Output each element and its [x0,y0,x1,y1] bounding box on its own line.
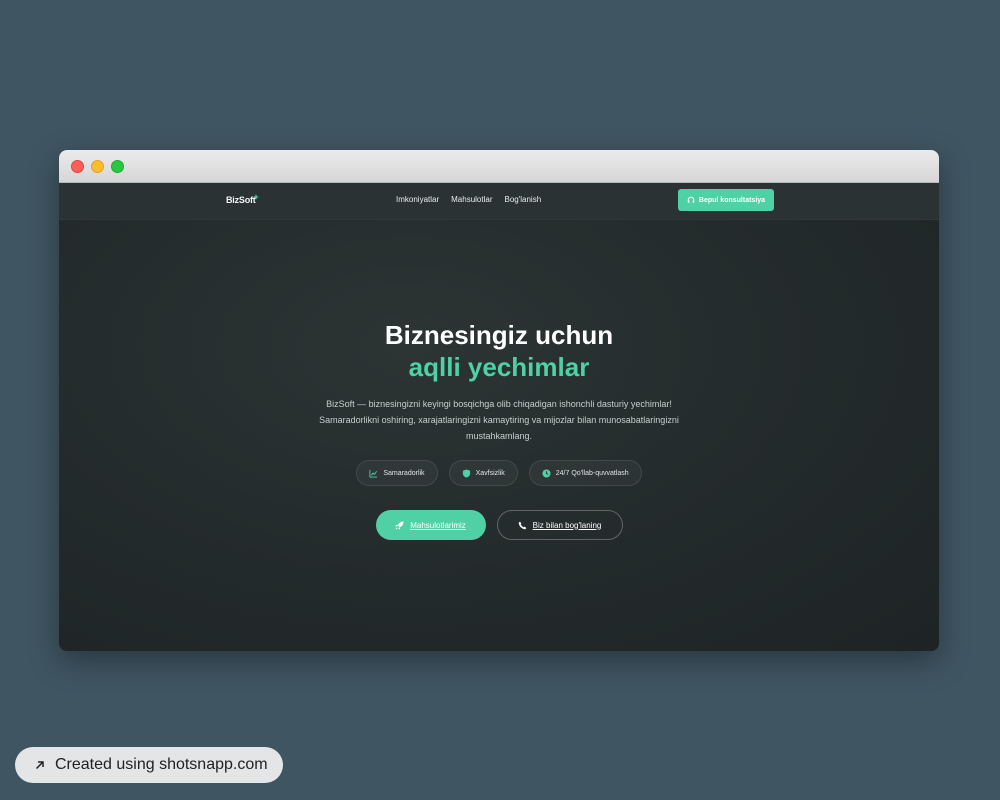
nav-link-boglanish[interactable]: Bog'lanish [504,195,541,204]
nav-link-imkoniyatlar[interactable]: Imkoniyatlar [396,195,439,204]
phone-icon [518,521,526,529]
window-titlebar [59,150,939,183]
hero-title-accent: aqlli yechimlar [408,352,590,382]
badge-xavfsizlik: Xavfsizlik [448,460,518,486]
shotsnapp-credit[interactable]: Created using shotsnapp.com [15,747,283,783]
chart-line-icon [369,469,378,478]
shield-icon [462,468,470,478]
hero-title: Biznesingiz uchun [384,320,614,350]
badge-label: Xavfsizlik [475,469,505,477]
badge-support: 24/7 Qo'llab-quvvatlash [528,460,642,486]
maximize-window-button[interactable] [111,160,124,173]
headset-icon [687,196,695,203]
badge-label: Samaradorlik [383,469,425,477]
web-page: BizSoft Imkoniyatlar Mahsulotlar Bog'lan… [59,183,939,651]
free-consultation-label: Bepul konsultatsiya [698,196,766,204]
free-consultation-button[interactable]: Bepul konsultatsiya [678,189,774,211]
badge-label: 24/7 Qo'llab-quvvatlash [555,469,629,477]
rocket-icon [395,520,404,530]
nav-links: Imkoniyatlar Mahsulotlar Bog'lanish [396,195,541,204]
contact-button[interactable]: Biz bilan bog'laning [496,510,623,540]
navbar: BizSoft Imkoniyatlar Mahsulotlar Bog'lan… [59,183,939,220]
contact-button-label: Biz bilan bog'laning [532,520,602,530]
nav-link-mahsulotlar[interactable]: Mahsulotlar [451,195,492,204]
products-button-label: Mahsulotlarimiz [410,520,466,530]
minimize-window-button[interactable] [91,160,104,173]
logo[interactable]: BizSoft [226,195,256,205]
products-button[interactable]: Mahsulotlarimiz [375,510,486,540]
badge-samaradorlik: Samaradorlik [356,460,438,486]
browser-window: BizSoft Imkoniyatlar Mahsulotlar Bog'lan… [59,150,939,651]
close-window-button[interactable] [71,160,84,173]
feature-badges: Samaradorlik Xavfsizlik 24/7 Qo'llab-quv… [59,460,939,486]
hero-actions: Mahsulotlarimiz Biz bilan bog'laning [59,510,939,540]
arrow-up-right-icon [35,761,44,770]
hero-description: BizSoft — biznesingizni keyingi bosqichg… [319,399,679,441]
credit-label: Created using shotsnapp.com [55,756,268,773]
clock-icon [542,468,551,478]
logo-spark-icon [253,194,259,200]
